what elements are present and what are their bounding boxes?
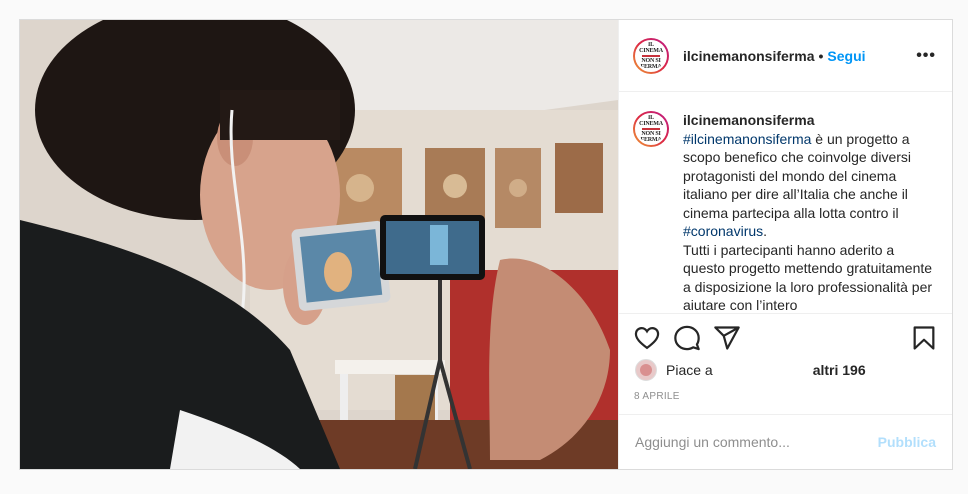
logo-text-line3: FERMA: [640, 63, 662, 70]
separator-dot: •: [818, 47, 824, 64]
username-link[interactable]: ilcinemanonsiferma: [683, 48, 815, 64]
action-bar: [619, 313, 952, 363]
caption-section: IL CINEMA NON SI FERMA ilcinemanonsiferm…: [619, 93, 952, 313]
caption-body-2: .: [763, 223, 768, 239]
publish-button[interactable]: Pubblica: [878, 434, 936, 450]
post-photo[interactable]: [20, 20, 618, 469]
caption-avatar[interactable]: IL CINEMA NON SI FERMA: [633, 111, 669, 147]
logo-text-line1: IL CINEMA: [639, 41, 663, 54]
bookmark-icon[interactable]: [910, 324, 938, 352]
caption-logo-line3: FERMA: [640, 137, 662, 143]
photo-illustration: [20, 20, 618, 469]
more-options-icon[interactable]: •••: [916, 47, 936, 65]
hashtag-link-ilcinemanonsiferma[interactable]: #ilcinemanonsiferma: [683, 131, 811, 147]
likes-prefix: Piace a: [666, 362, 713, 378]
heart-icon[interactable]: [633, 324, 661, 352]
post-sidebar: IL CINEMA NON SI FERMA ilcinemanonsiferm…: [618, 20, 952, 469]
post-header: IL CINEMA NON SI FERMA ilcinemanonsiferm…: [619, 20, 952, 92]
likes-row: Piace a altri 196: [635, 359, 866, 381]
avatar-logo: IL CINEMA NON SI FERMA: [635, 39, 667, 72]
share-icon[interactable]: [713, 324, 741, 352]
follow-button[interactable]: Segui: [827, 48, 865, 64]
caption-avatar-logo: IL CINEMA NON SI FERMA: [635, 113, 667, 145]
liker-avatar[interactable]: [635, 359, 657, 381]
comment-icon[interactable]: [673, 324, 701, 352]
caption-body-3: Tutti i partecipanti hanno aderito a que…: [683, 241, 933, 314]
caption-logo-line1: IL CINEMA: [639, 115, 663, 127]
post-date[interactable]: 8 APRILE: [634, 391, 680, 402]
instagram-post: IL CINEMA NON SI FERMA ilcinemanonsiferm…: [19, 19, 953, 470]
hashtag-link-coronavirus[interactable]: #coronavirus: [683, 223, 763, 239]
comment-input[interactable]: [635, 434, 878, 450]
likes-others-link[interactable]: altri 196: [813, 362, 866, 378]
profile-avatar[interactable]: IL CINEMA NON SI FERMA: [633, 37, 669, 74]
comment-box: Pubblica: [619, 414, 952, 469]
caption-text: ilcinemanonsiferma #ilcinemanonsiferma è…: [683, 111, 933, 313]
caption-username-link[interactable]: ilcinemanonsiferma: [683, 111, 933, 130]
